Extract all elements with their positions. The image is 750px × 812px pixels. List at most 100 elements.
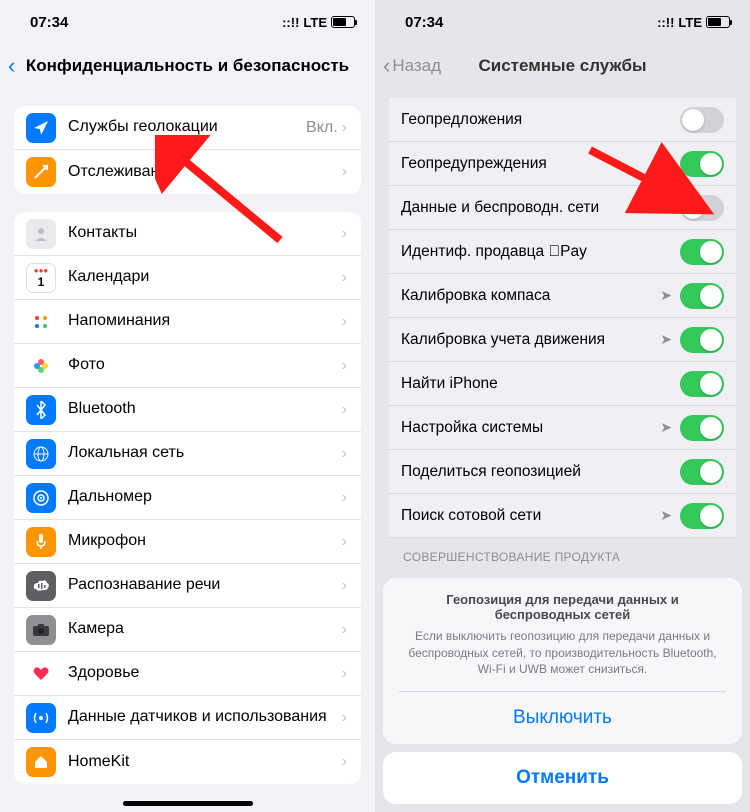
row-label: Найти iPhone (401, 375, 680, 393)
row-label: Поделиться геопозицией (401, 463, 680, 481)
row-label: Дальномер (68, 488, 342, 506)
row-label: Службы геолокации (68, 118, 306, 136)
sheet-turn-off-button[interactable]: Выключить (399, 692, 726, 744)
row-cam[interactable]: Камера› (14, 608, 361, 652)
toggle-row[interactable]: Калибровка компаса➤ (389, 274, 736, 318)
network-label: LTE (678, 15, 702, 30)
mic-icon (26, 527, 56, 557)
chevron-right-icon: › (342, 753, 347, 771)
chevron-right-icon: › (342, 225, 347, 243)
row-label: Микрофон (68, 532, 342, 550)
row-range[interactable]: Дальномер› (14, 476, 361, 520)
phone-right: 07:34 ::!! LTE ‹ Назад Системные службы … (375, 0, 750, 812)
photos-icon (26, 351, 56, 381)
row-mic[interactable]: Микрофон› (14, 520, 361, 564)
back-label: Назад (392, 56, 441, 76)
toggle-switch[interactable] (680, 459, 724, 485)
page-title: Конфиденциальность и безопасность (26, 56, 349, 76)
sheet-cancel-button[interactable]: Отменить (383, 752, 742, 804)
toggle-switch[interactable] (680, 107, 724, 133)
row-home[interactable]: HomeKit› (14, 740, 361, 784)
toggle-switch[interactable] (680, 195, 724, 221)
row-value: Вкл. (306, 119, 338, 137)
toggle-row[interactable]: Геопредложения (389, 98, 736, 142)
cam-icon (26, 615, 56, 645)
row-label: Поиск сотовой сети (401, 507, 660, 525)
sensor-icon (26, 703, 56, 733)
row-label: Камера (68, 620, 342, 638)
toggle-row[interactable]: Идентиф. продавца Pay (389, 230, 736, 274)
lan-icon (26, 439, 56, 469)
phone-left: 07:34 ::!! LTE ‹ Конфиденциальность и бе… (0, 0, 375, 812)
toggle-row[interactable]: Поделиться геопозицией (389, 450, 736, 494)
chevron-right-icon: › (342, 313, 347, 331)
row-lan[interactable]: Локальная сеть› (14, 432, 361, 476)
tracking-icon (26, 157, 56, 187)
status-time: 07:34 (405, 14, 443, 31)
page-title: Системные службы (478, 56, 646, 76)
row-location-services[interactable]: Службы геолокации Вкл. › (14, 106, 361, 150)
section-location: Службы геолокации Вкл. › Отслеживание › (14, 106, 361, 194)
row-label: Bluetooth (68, 400, 342, 418)
battery-icon (331, 16, 355, 28)
chevron-right-icon: › (342, 621, 347, 639)
remind-icon (26, 307, 56, 337)
toggle-switch[interactable] (680, 503, 724, 529)
bt-icon (26, 395, 56, 425)
sheet-panel: Геопозиция для передачи данных и беспров… (383, 578, 742, 744)
toggle-switch[interactable] (680, 239, 724, 265)
row-cal[interactable]: ●●●1Календари› (14, 256, 361, 300)
row-label: Данные датчиков и использования (68, 708, 342, 726)
row-label: Отслеживание (68, 163, 342, 181)
row-bt[interactable]: Bluetooth› (14, 388, 361, 432)
status-time: 07:34 (30, 14, 68, 31)
signal-icon: ::!! (282, 15, 299, 30)
toggle-row[interactable]: Найти iPhone (389, 362, 736, 406)
toggle-row[interactable]: Калибровка учета движения➤ (389, 318, 736, 362)
chevron-right-icon: › (342, 119, 347, 137)
chevron-left-icon: ‹ (383, 55, 390, 77)
status-right: ::!! LTE (657, 15, 730, 30)
row-contacts[interactable]: Контакты› (14, 212, 361, 256)
status-bar: 07:34 ::!! LTE (375, 0, 750, 44)
sheet-body: Если выключить геопозицию для передачи д… (399, 628, 726, 692)
chevron-right-icon: › (342, 577, 347, 595)
toggle-switch[interactable] (680, 415, 724, 441)
chevron-right-icon: › (342, 445, 347, 463)
row-speech[interactable]: Распознавание речи› (14, 564, 361, 608)
chevron-right-icon: › (342, 665, 347, 683)
toggle-switch[interactable] (680, 151, 724, 177)
row-photos[interactable]: Фото› (14, 344, 361, 388)
toggle-switch[interactable] (680, 371, 724, 397)
system-services-list: ГеопредложенияГеопредупреждения➤Данные и… (389, 98, 736, 538)
row-health[interactable]: Здоровье› (14, 652, 361, 696)
toggle-switch[interactable] (680, 283, 724, 309)
row-tracking[interactable]: Отслеживание › (14, 150, 361, 194)
back-button[interactable]: ‹ Назад (383, 55, 441, 77)
row-label: Геопредупреждения (401, 155, 660, 173)
toggle-row[interactable]: Поиск сотовой сети➤ (389, 494, 736, 538)
location-arrow-icon: ➤ (660, 331, 672, 348)
row-label: Идентиф. продавца Pay (401, 243, 680, 261)
chevron-right-icon: › (342, 357, 347, 375)
row-label: Контакты (68, 224, 342, 242)
chevron-right-icon: › (342, 401, 347, 419)
status-right: ::!! LTE (282, 15, 355, 30)
signal-icon: ::!! (657, 15, 674, 30)
location-arrow-icon: ➤ (660, 199, 672, 216)
location-arrow-icon: ➤ (660, 419, 672, 436)
chevron-right-icon: › (342, 163, 347, 181)
chevron-right-icon: › (342, 269, 347, 287)
row-remind[interactable]: Напоминания› (14, 300, 361, 344)
back-button[interactable]: ‹ (8, 55, 15, 77)
toggle-row[interactable]: Данные и беспроводн. сети➤ (389, 186, 736, 230)
row-label: Здоровье (68, 664, 342, 682)
row-label: Локальная сеть (68, 444, 342, 462)
chevron-left-icon: ‹ (8, 55, 15, 77)
row-label: Калибровка компаса (401, 287, 660, 305)
row-sensor[interactable]: Данные датчиков и использования› (14, 696, 361, 740)
toggle-row[interactable]: Настройка системы➤ (389, 406, 736, 450)
toggle-switch[interactable] (680, 327, 724, 353)
toggle-row[interactable]: Геопредупреждения➤ (389, 142, 736, 186)
nav-bar: ‹ Конфиденциальность и безопасность (0, 44, 375, 88)
